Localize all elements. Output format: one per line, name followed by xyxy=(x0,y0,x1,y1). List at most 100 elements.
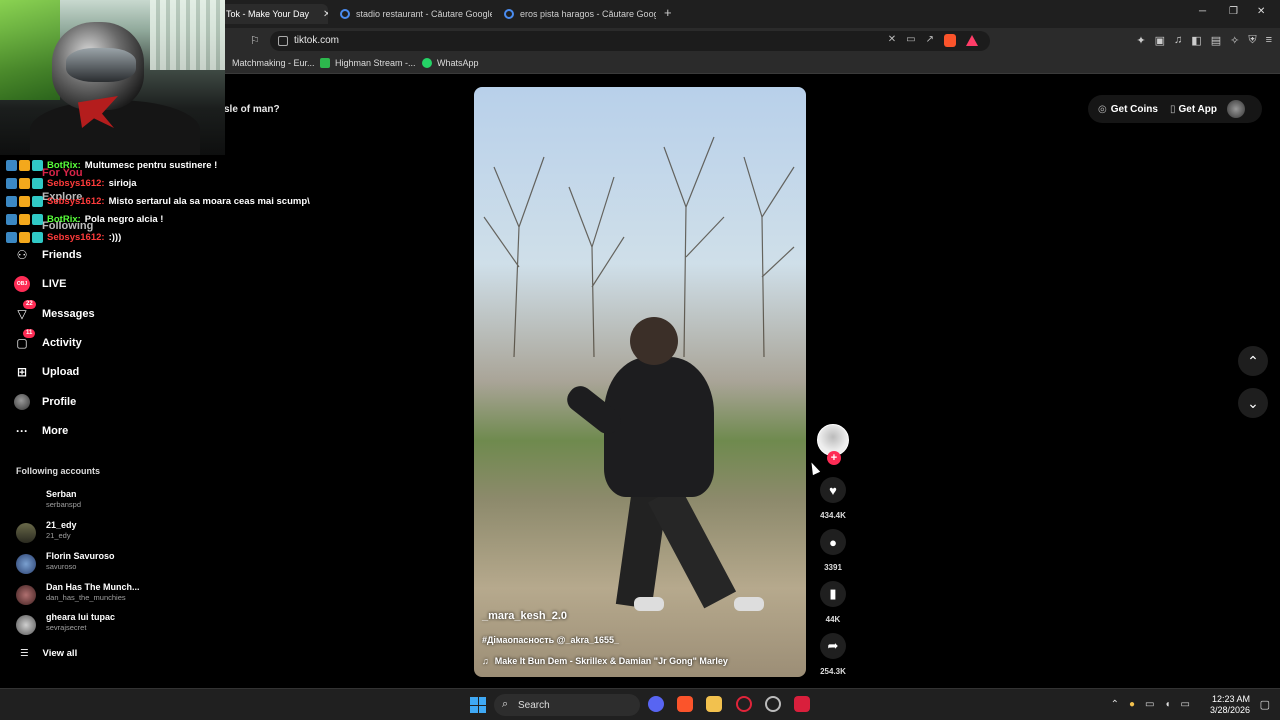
mod-badge-icon xyxy=(6,177,17,189)
following-account-dan[interactable]: Dan Has The Munch... dan_has_the_munchie… xyxy=(16,581,176,607)
menu-icon[interactable]: ≡ xyxy=(1266,34,1272,47)
bookmark-icon: ▮ xyxy=(829,586,837,601)
close-tab-icon[interactable]: ✕ xyxy=(323,9,328,20)
following-account-21-edy[interactable]: 21_edy 21_edy xyxy=(16,519,176,545)
network-icon[interactable]: ▭ xyxy=(1145,699,1154,710)
vpn-icon[interactable]: ⛨ xyxy=(1248,34,1256,47)
view-all-button[interactable]: ☰ View all xyxy=(20,648,77,659)
user-avatar[interactable] xyxy=(1227,100,1245,118)
bookmark-highman-stream[interactable]: Highman Stream -... xyxy=(320,58,416,68)
like-button[interactable]: ♥ xyxy=(820,477,846,503)
header-actions: ◎ Get Coins ▯ Get App xyxy=(1088,95,1262,123)
windows-start-icon[interactable] xyxy=(470,697,486,713)
tab-eros-pista[interactable]: eros pista haragos - Căutare Google xyxy=(496,4,656,24)
video-player[interactable]: _mara_kesh_2.0 #Дімаопасность @_akra_165… xyxy=(474,87,806,677)
notification-icon[interactable]: ▢ xyxy=(1260,698,1270,711)
user-badge-icon xyxy=(32,231,43,243)
file-explorer-icon[interactable] xyxy=(706,696,722,712)
close-window-icon[interactable]: ✕ xyxy=(1257,6,1265,17)
avatar xyxy=(16,492,36,512)
video-description[interactable]: #Дімаопасность @_akra_1655_ xyxy=(482,635,619,645)
new-tab-button[interactable]: + xyxy=(664,5,672,20)
share-icon[interactable]: ↗ xyxy=(926,34,934,47)
following-account-florin[interactable]: Florin Savuroso savuroso xyxy=(16,550,176,576)
brave-shields-icon[interactable] xyxy=(944,34,956,47)
url-text: tiktok.com xyxy=(294,35,340,46)
toolbar-right: ✦ ▣ ♫ ◧ ▤ ✧ ⛨ ≡ xyxy=(1136,34,1272,47)
kick-icon xyxy=(320,58,330,68)
sidebar-item-live[interactable]: OBJ LIVE xyxy=(14,273,194,295)
leo-ai-icon[interactable]: ✧ xyxy=(1230,34,1239,47)
restore-icon[interactable]: ❐ xyxy=(1229,6,1238,17)
following-account-gheara[interactable]: gheara lui tupac sevrajsecret xyxy=(16,611,176,637)
sidebar-item-more[interactable]: ··· More xyxy=(14,420,194,442)
next-video-button[interactable]: ⌄ xyxy=(1238,388,1268,418)
chat-username: Sebsys1612: xyxy=(47,195,105,207)
site-settings-icon[interactable] xyxy=(278,36,288,46)
microphone-icon[interactable]: ● xyxy=(1129,699,1135,710)
sidebar-item-label: More xyxy=(42,425,69,437)
video-music[interactable]: ♫ Make It Bun Dem - Skrillex & Damian "J… xyxy=(482,656,728,666)
tab-stadio-restaurant[interactable]: stadio restaurant - Căutare Google xyxy=(332,4,492,24)
account-handle: 21_edy xyxy=(46,531,71,540)
activity-icon: ▢ 11 xyxy=(14,329,36,351)
brave-rewards-icon[interactable] xyxy=(966,35,978,46)
sidebar-item-messages[interactable]: ▽ 22 Messages xyxy=(14,300,194,325)
previous-video-button[interactable]: ⌃ xyxy=(1238,346,1268,376)
bot-badge-icon xyxy=(32,213,43,225)
get-app-button[interactable]: Get App xyxy=(1178,104,1217,115)
sidebar-item-upload[interactable]: ⊞ Upload xyxy=(14,361,194,383)
heart-icon: ♥ xyxy=(829,482,837,498)
mouse-cursor xyxy=(807,460,821,476)
sidebar-item-label: Upload xyxy=(42,366,80,378)
wallet-icon[interactable]: ▣ xyxy=(1155,34,1165,47)
wallet-card-icon[interactable]: ▤ xyxy=(1211,34,1221,47)
windows-taskbar: ⌕ Search ⌃ ● ▭ ◖ ▭ 12:23 AM 3/28/2026 ▢ xyxy=(0,688,1280,720)
discord-icon[interactable] xyxy=(648,696,664,712)
mute-icon[interactable]: ✕ xyxy=(888,34,896,47)
streaming-app-icon[interactable] xyxy=(794,696,810,712)
phone-icon: ▯ xyxy=(1169,103,1176,115)
comment-button[interactable]: ● xyxy=(820,529,846,555)
taskbar-search[interactable]: ⌕ Search xyxy=(494,694,640,716)
bookmark-matchmaking[interactable]: Matchmaking - Eur... xyxy=(232,58,315,68)
video-author[interactable]: _mara_kesh_2.0 xyxy=(482,610,567,622)
battery-icon[interactable]: ▭ xyxy=(1181,699,1190,710)
save-button[interactable]: ▮ xyxy=(820,581,846,607)
chat-message: Sebsys1612: :))) xyxy=(6,228,336,246)
opera-icon[interactable] xyxy=(736,696,752,712)
follow-plus-icon[interactable]: + xyxy=(827,451,841,465)
account-name: 21_edy xyxy=(46,520,77,530)
chat-message: Sebsys1612: sirioja xyxy=(6,174,336,192)
tab-tiktok[interactable]: Tok - Make Your Day ✕ xyxy=(218,4,328,24)
extensions-icon[interactable]: ✦ xyxy=(1136,34,1145,47)
bookmark-label: Highman Stream -... xyxy=(335,58,416,68)
chat-message: Sebsys1612: Misto sertarul ala sa moara … xyxy=(6,192,336,210)
obs-icon[interactable] xyxy=(765,696,781,712)
bookmark-whatsapp[interactable]: WhatsApp xyxy=(422,58,479,68)
volume-icon[interactable]: ◖ xyxy=(1165,699,1171,710)
account-name: Serban xyxy=(46,489,77,499)
sub-badge-icon xyxy=(19,195,30,207)
minimize-icon[interactable]: ─ xyxy=(1199,6,1206,17)
activity-badge: 11 xyxy=(23,329,36,338)
cast-icon[interactable]: ▭ xyxy=(906,34,915,47)
account-handle: sevrajsecret xyxy=(46,623,87,632)
url-input[interactable]: tiktok.com ✕ ▭ ↗ xyxy=(270,31,990,51)
sidebar-icon[interactable]: ◧ xyxy=(1191,34,1201,47)
creator-avatar[interactable]: + xyxy=(817,424,849,465)
following-account-serban[interactable]: Serban serbanspd xyxy=(16,488,176,514)
sidebar-item-activity[interactable]: ▢ 11 Activity xyxy=(14,329,194,354)
music-title: Make It Bun Dem - Skrillex & Damian "Jr … xyxy=(494,656,728,666)
music-icon[interactable]: ♫ xyxy=(1174,34,1182,47)
sidebar-item-profile[interactable]: Profile xyxy=(14,391,194,413)
bookmark-icon[interactable]: ⚐ xyxy=(250,34,260,47)
get-coins-button[interactable]: Get Coins xyxy=(1111,104,1158,115)
chevron-up-icon[interactable]: ⌃ xyxy=(1111,699,1119,710)
brave-icon[interactable] xyxy=(677,696,693,712)
share-button[interactable]: ➦ xyxy=(820,633,846,659)
profile-icon xyxy=(14,394,30,410)
sidebar-item-friends[interactable]: ⚇ Friends xyxy=(14,244,194,266)
clock[interactable]: 12:23 AM 3/28/2026 xyxy=(1210,694,1250,716)
helmet-visor xyxy=(66,48,136,82)
